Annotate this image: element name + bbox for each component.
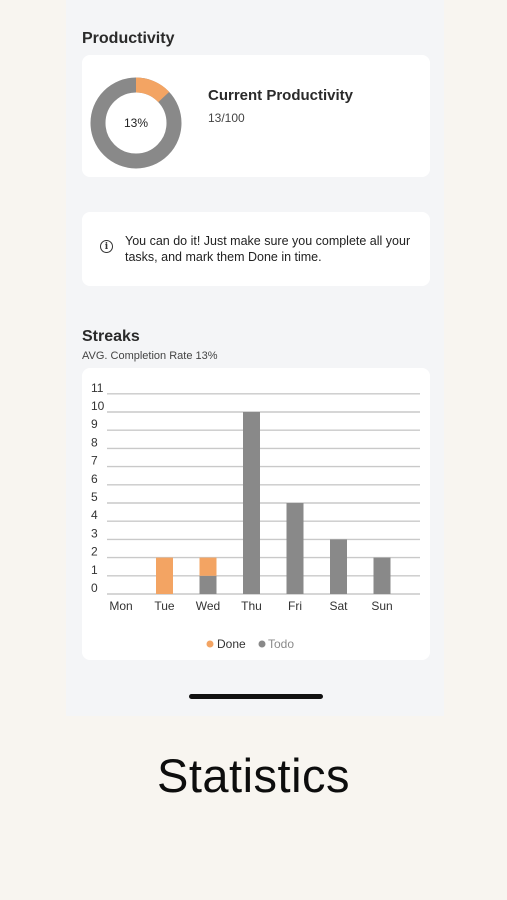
- avg-completion-rate: AVG. Completion Rate 13%: [82, 350, 218, 362]
- y-tick-label: 5: [91, 490, 98, 504]
- streaks-bar-chart: 0 1 2 3 4 5 6 7 8 9 10 11 Mon Tue Wed Thu Fri Sat Sun Done T…: [91, 381, 420, 651]
- legend-todo-marker: [258, 640, 266, 648]
- y-tick-label: 11: [91, 381, 104, 395]
- productivity-score: 13/100: [208, 111, 245, 125]
- productivity-card: 13% Current Productivity 13/100: [82, 55, 430, 177]
- x-tick-label: Mon: [109, 599, 132, 613]
- productivity-donut: 13%: [90, 77, 182, 169]
- legend-done-marker: [206, 640, 214, 648]
- bar-todo-fri: [286, 503, 304, 594]
- y-tick-label: 4: [91, 508, 98, 522]
- y-tick-label: 2: [91, 545, 98, 559]
- bar-todo-sat: [330, 539, 347, 594]
- bar-todo-wed: [199, 575, 217, 594]
- x-tick-label: Fri: [288, 599, 302, 613]
- x-tick-label: Sun: [371, 599, 392, 613]
- current-productivity-title: Current Productivity: [208, 87, 354, 104]
- streaks-heading: Streaks: [82, 328, 140, 345]
- y-tick-label: 0: [91, 581, 98, 595]
- y-tick-label: 7: [91, 454, 98, 468]
- y-tick-label: 8: [91, 435, 98, 449]
- legend-todo-label: Todo: [268, 637, 294, 651]
- x-tick-label: Sat: [329, 599, 348, 613]
- productivity-heading: Productivity: [82, 30, 175, 47]
- home-indicator[interactable]: [189, 694, 323, 699]
- legend-done-label: Done: [217, 637, 246, 651]
- info-card: i You can do it! Just make sure you comp…: [82, 212, 430, 286]
- bar-done-wed: [199, 557, 217, 576]
- bar-todo-thu: [243, 412, 260, 594]
- y-tick-label: 6: [91, 472, 98, 486]
- y-tick-label: 9: [91, 417, 98, 431]
- x-tick-label: Tue: [154, 599, 175, 613]
- streaks-card: 0 1 2 3 4 5 6 7 8 9 10 11 Mon Tue Wed Thu Fri Sat Sun Done T…: [82, 368, 430, 660]
- x-tick-label: Wed: [196, 599, 220, 613]
- x-tick-label: Thu: [241, 599, 262, 613]
- y-tick-label: 1: [91, 563, 98, 577]
- y-tick-label: 3: [91, 526, 98, 540]
- bar-done-tue: [156, 557, 173, 594]
- info-icon: i: [100, 240, 113, 253]
- bar-todo-sun: [373, 557, 391, 594]
- donut-percent-label: 13%: [123, 116, 149, 130]
- y-tick-label: 10: [91, 399, 105, 413]
- caption-title: Statistics: [156, 749, 351, 802]
- info-message: You can do it! Just make sure you comple…: [125, 234, 411, 264]
